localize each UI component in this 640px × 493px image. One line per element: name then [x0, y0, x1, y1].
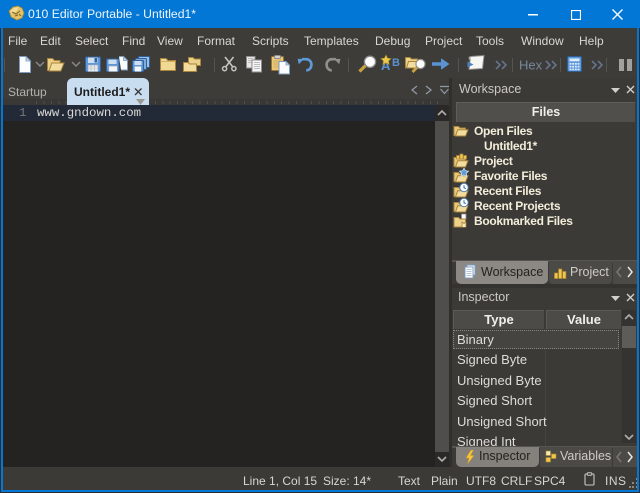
svg-text:Hex: Hex: [519, 58, 543, 73]
svg-text:B: B: [392, 57, 400, 69]
